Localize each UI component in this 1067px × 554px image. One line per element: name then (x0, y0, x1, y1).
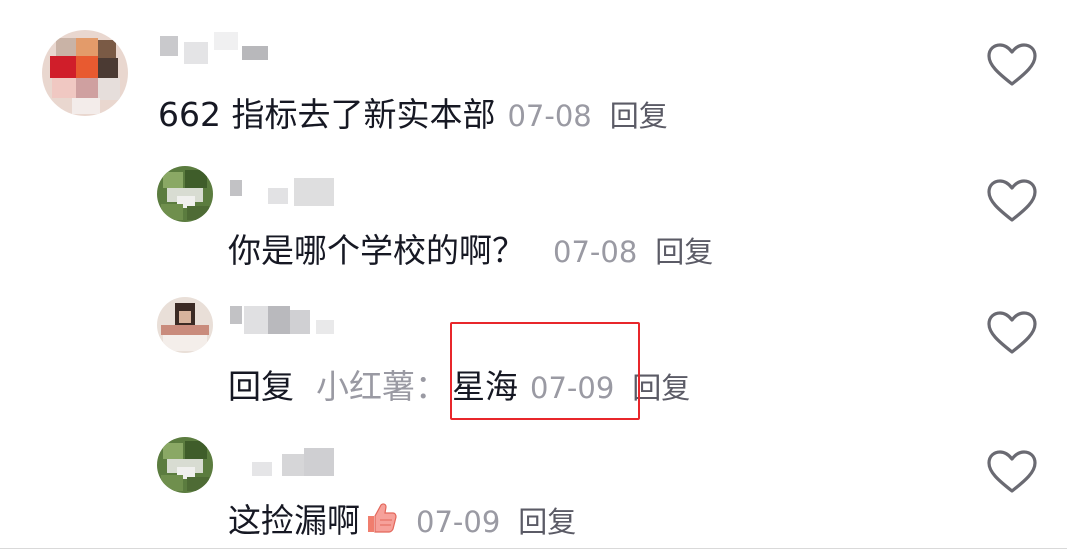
comment-text: 662 指标去了新实本部 (158, 95, 496, 134)
username-blurred[interactable] (228, 172, 338, 212)
bottom-divider (0, 548, 1067, 549)
comment-text: 星海 (452, 367, 518, 406)
reply-button[interactable]: 回复 (655, 229, 713, 271)
reply-prefix: 回复 (228, 367, 294, 406)
avatar[interactable] (157, 437, 213, 493)
heart-outline-icon[interactable] (986, 178, 1038, 224)
avatar[interactable] (157, 297, 213, 353)
username-blurred[interactable] (228, 300, 340, 340)
thumbs-up-emoji-icon (368, 503, 397, 533)
comment-text: 这捡漏啊 (228, 501, 360, 540)
comment-date: 07-08 (553, 235, 638, 269)
username-blurred[interactable] (158, 28, 278, 68)
comment-date: 07-08 (507, 99, 592, 133)
mention-username[interactable]: 小红薯： (316, 360, 448, 408)
comment-date: 07-09 (530, 371, 615, 405)
reply-button[interactable]: 回复 (518, 499, 576, 541)
avatar[interactable] (157, 166, 213, 222)
comment-text: 你是哪个学校的啊？ (228, 231, 525, 270)
username-blurred[interactable] (228, 444, 340, 484)
heart-outline-icon[interactable] (986, 310, 1038, 356)
comment-date: 07-09 (416, 505, 501, 539)
reply-button[interactable]: 回复 (632, 365, 690, 407)
avatar[interactable] (42, 30, 128, 116)
heart-outline-icon[interactable] (986, 449, 1038, 495)
reply-button[interactable]: 回复 (610, 93, 668, 135)
heart-outline-icon[interactable] (986, 42, 1038, 88)
